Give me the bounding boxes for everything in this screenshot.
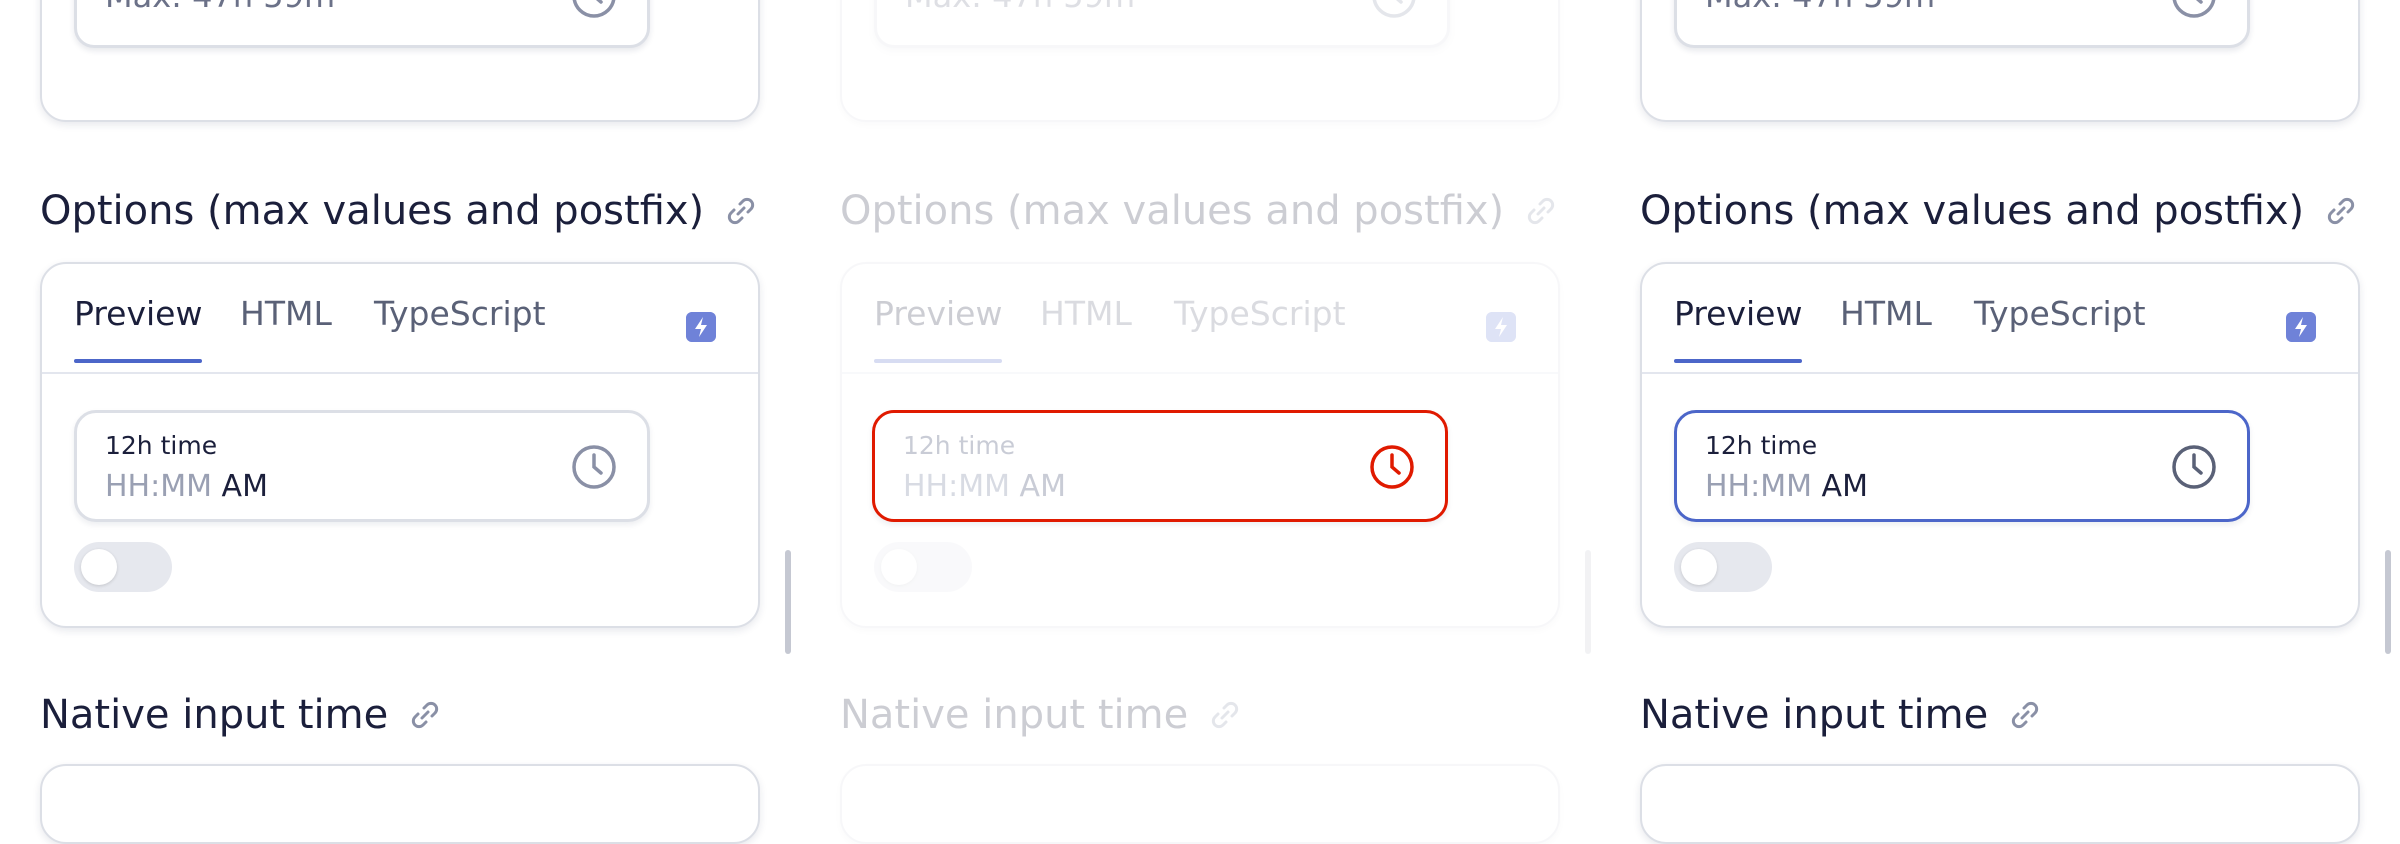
demo-panel-disabled: Max: 47h 59m Options (max values and pos… [800,0,1591,844]
demo-panel-focused: Max: 47h 59m Options (max values and pos… [1600,0,2391,844]
section-title-native: Native input time [840,692,1242,738]
max-time-text: Max: 47h 59m [105,0,335,15]
lightning-icon[interactable] [686,312,716,342]
link-icon[interactable] [2008,698,2042,732]
tab-divider [842,372,1558,374]
time-input-value[interactable]: HH:MM AM [105,469,268,504]
state-toggle[interactable] [1674,542,1772,592]
link-icon [1528,197,1555,225]
link-icon[interactable] [2324,194,2358,228]
time-input-label: 12h time [903,431,1016,460]
clock-icon [1370,445,1414,489]
state-toggle[interactable] [74,542,172,592]
max-time-field[interactable]: Max: 47h 59m [74,0,650,48]
next-example-card [1640,764,2360,844]
next-example-card [40,764,760,844]
tab-typescript: TypeScript [1174,294,1346,333]
tab-preview[interactable]: Preview [1674,294,1803,363]
tab-preview: Preview [874,294,1003,363]
next-example-card [840,764,1560,844]
link-icon [1212,701,1239,729]
previous-example-card: Max: 47h 59m [40,0,760,122]
max-time-field[interactable]: Max: 47h 59m [1674,0,2250,48]
tab-html: HTML [1040,294,1132,333]
tab-divider [1642,372,2358,374]
section-title-options: Options (max values and postfix) [840,188,1558,234]
clock-icon[interactable] [2169,0,2219,21]
tab-typescript[interactable]: TypeScript [374,294,546,359]
example-card: Preview HTML TypeScript 12h time HH:MM A… [40,262,760,628]
time-input-12h-invalid: 12h time HH:MM AM [872,410,1448,522]
max-time-text: Max: 47h 59m [1705,0,1935,15]
section-title-text: Native input time [40,692,389,738]
lightning-icon[interactable] [2286,312,2316,342]
section-title-text: Options (max values and postfix) [1640,188,2305,234]
previous-example-card: Max: 47h 59m [1640,0,2360,122]
section-title-text: Options (max values and postfix) [40,188,705,234]
section-title-native: Native input time [40,692,442,738]
tab-bar: Preview HTML TypeScript [874,294,1526,374]
state-toggle [874,542,972,592]
tab-bar: Preview HTML TypeScript [74,294,726,374]
section-title-text: Options (max values and postfix) [840,188,1505,234]
toggle-knob [881,549,917,585]
clock-icon[interactable] [569,0,619,21]
demo-panel-default: Max: 47h 59m Options (max values and pos… [0,0,791,844]
clock-icon [1372,0,1416,18]
section-title-text: Native input time [1640,692,1989,738]
tab-html[interactable]: HTML [240,294,332,359]
time-input-value: HH:MM AM [903,469,1066,504]
time-input-label: 12h time [1705,431,1818,460]
link-icon[interactable] [724,194,758,228]
tab-typescript[interactable]: TypeScript [1974,294,2146,359]
previous-example-card: Max: 47h 59m [840,0,1560,122]
time-input-12h[interactable]: 12h time HH:MM AM [74,410,650,522]
section-title-native: Native input time [1640,692,2042,738]
time-input-value[interactable]: HH:MM AM [1705,469,1868,504]
lightning-icon [1486,312,1516,342]
toggle-knob [1681,549,1717,585]
clock-icon[interactable] [2169,442,2219,492]
section-title-options: Options (max values and postfix) [40,188,758,234]
time-input-12h[interactable]: 12h time HH:MM AM [1674,410,2250,522]
tab-divider [42,372,758,374]
scrollbar-thumb[interactable] [2385,550,2391,654]
max-time-text: Max: 47h 59m [905,0,1135,15]
section-title-options: Options (max values and postfix) [1640,188,2358,234]
max-time-field: Max: 47h 59m [874,0,1450,48]
time-input-label: 12h time [105,431,218,460]
tab-html[interactable]: HTML [1840,294,1932,359]
tab-preview[interactable]: Preview [74,294,203,363]
toggle-knob [81,549,117,585]
example-card: Preview HTML TypeScript 12h time HH:MM A… [1640,262,2360,628]
tab-bar: Preview HTML TypeScript [1674,294,2326,374]
scrollbar-thumb[interactable] [785,550,791,654]
clock-icon[interactable] [569,442,619,492]
scrollbar-thumb [1585,550,1591,654]
link-icon[interactable] [408,698,442,732]
section-title-text: Native input time [840,692,1189,738]
disabled-overlay: Max: 47h 59m Options (max values and pos… [800,0,1591,844]
